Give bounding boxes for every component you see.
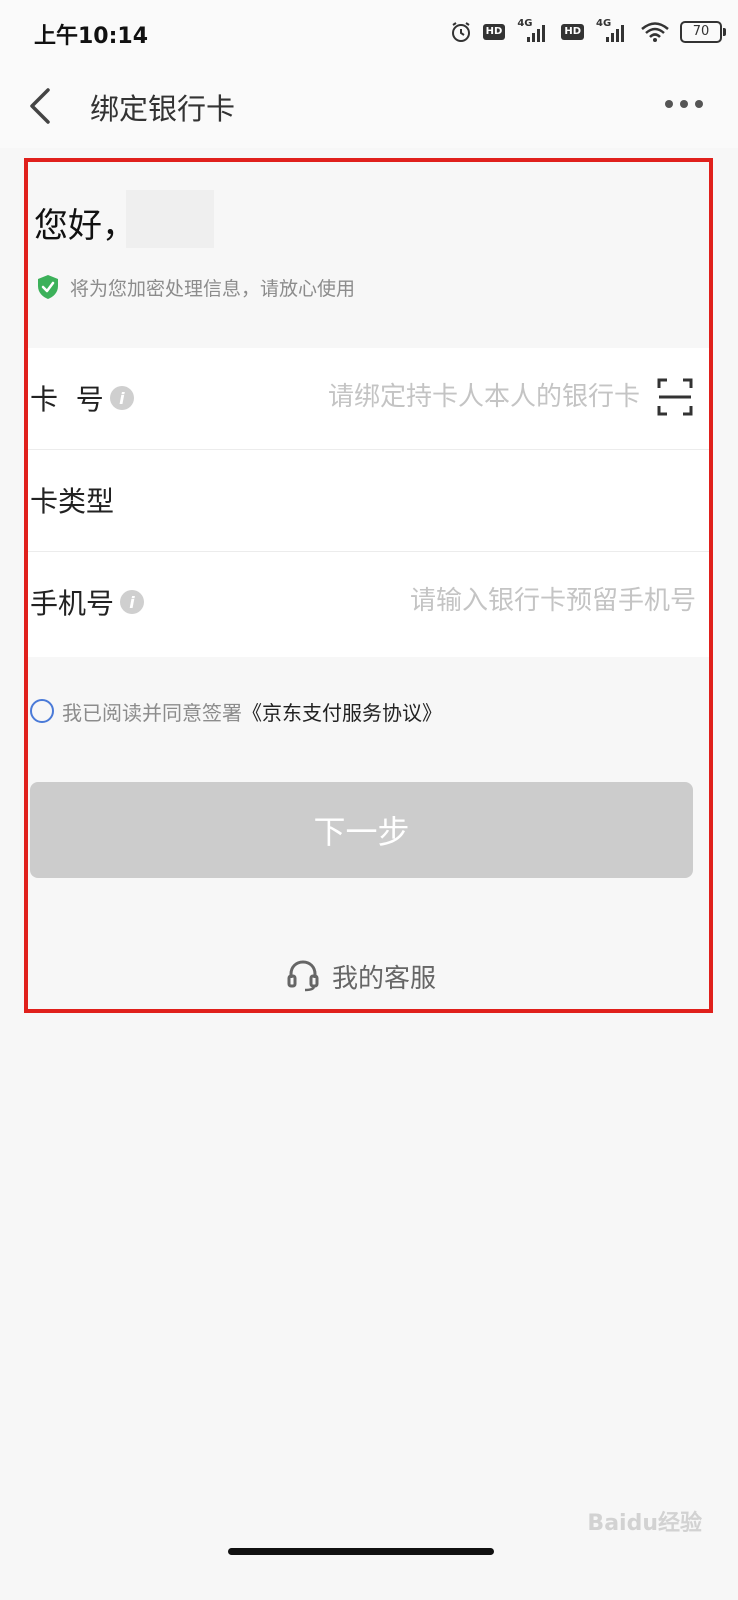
watermark: Baidu经验 bbox=[587, 1511, 702, 1536]
card-number-row: 卡 号 i bbox=[28, 348, 709, 450]
agreement-checkbox[interactable] bbox=[30, 699, 54, 723]
card-form: 卡 号 i 卡类型 手机号 i bbox=[28, 348, 709, 657]
scan-icon bbox=[657, 378, 693, 416]
alarm-icon bbox=[451, 22, 470, 42]
greeting-text: 您好， bbox=[34, 206, 136, 246]
phone-info-icon[interactable]: i bbox=[120, 590, 145, 614]
page-title: 绑定银行卡 bbox=[90, 92, 236, 126]
back-arrow-icon bbox=[30, 88, 50, 124]
secure-note-text: 将为您加密处理信息，请放心使用 bbox=[70, 277, 356, 300]
agreement-link[interactable]: 《京东支付服务协议》 bbox=[242, 697, 442, 726]
agreement-row: 我已阅读并同意签署 《京东支付服务协议》 bbox=[30, 696, 442, 726]
back-button[interactable] bbox=[22, 82, 62, 130]
card-number-info-icon[interactable]: i bbox=[109, 386, 134, 410]
headset-icon bbox=[287, 960, 319, 992]
masked-username bbox=[126, 190, 214, 248]
card-number-label-text: 卡 号 bbox=[30, 383, 104, 416]
scan-card-button[interactable] bbox=[657, 378, 693, 416]
battery-icon: 70 bbox=[680, 21, 726, 43]
hd-badge-2: HD bbox=[561, 24, 584, 40]
hd-badge: HD bbox=[482, 24, 506, 40]
customer-service-text: 我的客服 bbox=[332, 963, 437, 994]
phone-row: 手机号 i bbox=[28, 552, 709, 654]
next-step-button[interactable]: 下一步 bbox=[30, 782, 693, 878]
signal-4g-icon-2: 4G bbox=[594, 18, 630, 44]
card-type-label: 卡类型 bbox=[30, 485, 115, 518]
status-icons: HD 4G HD 4G 70 bbox=[449, 17, 726, 47]
phone-label-text: 手机号 bbox=[30, 587, 115, 620]
home-indicator[interactable] bbox=[228, 1548, 494, 1555]
phone-input[interactable] bbox=[328, 580, 698, 622]
agreement-text: 我已阅读并同意签署 bbox=[62, 700, 242, 725]
highlight-frame: 您好， 将为您加密处理信息，请放心使用 卡 号 i 卡类型 bbox=[24, 158, 713, 1013]
status-time: 上午10:14 bbox=[34, 24, 149, 49]
shield-check-icon bbox=[38, 275, 58, 299]
more-options-button[interactable] bbox=[664, 94, 704, 114]
phone-label: 手机号 i bbox=[30, 582, 145, 622]
nav-bar: 绑定银行卡 bbox=[0, 66, 738, 148]
signal-4g-icon: 4G bbox=[515, 18, 551, 44]
customer-service-link[interactable]: 我的客服 bbox=[286, 958, 436, 994]
secure-note: 将为您加密处理信息，请放心使用 bbox=[36, 272, 355, 302]
card-number-input[interactable] bbox=[258, 376, 642, 418]
wifi-icon bbox=[641, 22, 669, 42]
card-number-label: 卡 号 i bbox=[30, 378, 134, 418]
more-dots-icon bbox=[665, 100, 703, 108]
status-bar: 上午10:14 HD 4G HD 4G 70 bbox=[0, 0, 738, 66]
card-type-row[interactable]: 卡类型 bbox=[28, 450, 709, 552]
